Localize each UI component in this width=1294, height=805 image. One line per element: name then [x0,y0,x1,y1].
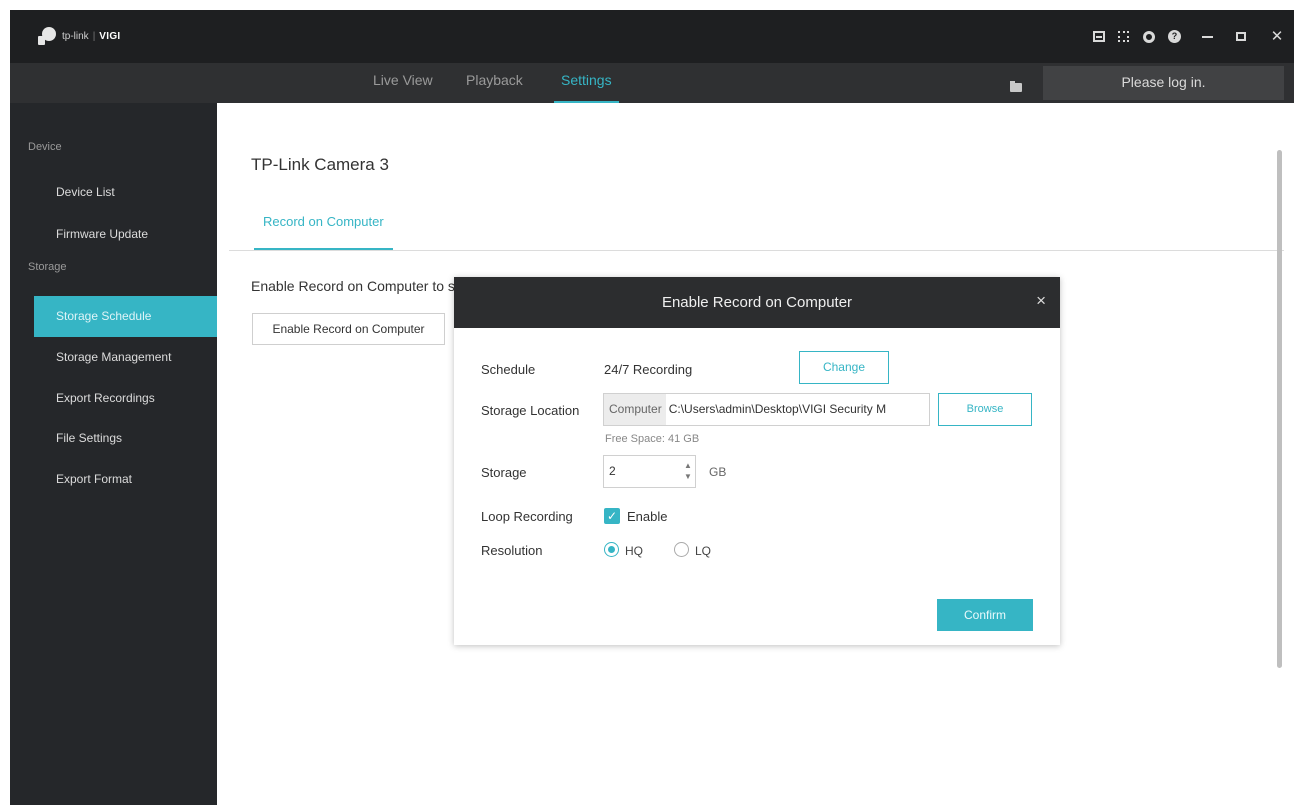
browse-button[interactable]: Browse [938,393,1032,426]
storage-label: Storage [481,465,527,480]
enable-record-button[interactable]: Enable Record on Computer [252,313,445,345]
stepper-arrows-icon[interactable]: ▲ ▼ [684,460,692,482]
sidebar-item-firmware-update[interactable]: Firmware Update [34,214,217,255]
loop-enable-label: Enable [627,509,668,524]
brand-separator: | [92,30,96,42]
tab-divider [229,250,1284,251]
sidebar-section-device: Device [28,141,62,153]
radio-hq[interactable] [604,542,619,557]
window-controls: ? ✕ [1082,29,1284,44]
sidebar-item-file-settings[interactable]: File Settings [34,418,217,459]
app-window: tp-link | VIGI ? ✕ Live View Playback Se… [10,10,1294,805]
tp-link-logo-icon [38,27,60,45]
minimize-icon[interactable] [1202,30,1216,44]
sidebar: Device Device List Firmware Update Stora… [10,103,217,805]
storage-unit: GB [709,465,727,479]
product-name: VIGI [99,30,121,42]
gear-icon[interactable] [1143,30,1157,44]
loop-recording-checkbox[interactable]: ✓ [604,508,620,524]
tab-record-on-computer[interactable]: Record on Computer [254,214,393,250]
scrollbar[interactable] [1277,150,1282,668]
loop-recording-label: Loop Recording [481,509,573,524]
sidebar-item-storage-schedule[interactable]: Storage Schedule [34,296,217,337]
schedule-value: 24/7 Recording [604,362,693,377]
tab-live-view[interactable]: Live View [373,72,433,103]
dialog-title: Enable Record on Computer [661,294,853,311]
storage-location-field[interactable]: Computer C:\Users\admin\Desktop\VIGI Sec… [603,393,930,426]
chip-icon[interactable] [1118,30,1132,44]
sidebar-item-device-list[interactable]: Device List [34,172,217,213]
resolution-label: Resolution [481,543,543,558]
storage-value: 2 [609,464,616,478]
brand-name: tp-link [62,30,89,42]
help-icon[interactable]: ? [1168,30,1182,44]
sidebar-item-export-format[interactable]: Export Format [34,459,217,500]
storage-stepper[interactable]: 2 ▲ ▼ [603,455,696,488]
monitor-icon[interactable] [1093,30,1107,44]
location-path: C:\Users\admin\Desktop\VIGI Security M [668,402,887,416]
radio-hq-label: HQ [625,544,643,558]
title-bar: tp-link | VIGI ? ✕ [10,10,1294,63]
storage-location-label: Storage Location [481,403,580,418]
main-nav: Live View Playback Settings Please log i… [10,63,1294,103]
confirm-button[interactable]: Confirm [937,599,1033,631]
login-button[interactable]: Please log in. [1043,66,1284,100]
dialog-header: Enable Record on Computer × [454,277,1060,328]
page-title: TP-Link Camera 3 [251,155,389,174]
close-icon[interactable]: × [1036,291,1046,311]
app-logo: tp-link | VIGI [38,27,121,45]
free-space-text: Free Space: 41 GB [605,433,700,445]
radio-lq[interactable] [674,542,689,557]
sidebar-item-storage-management[interactable]: Storage Management [34,337,217,378]
sidebar-item-export-recordings[interactable]: Export Recordings [34,378,217,419]
folder-icon[interactable] [1010,81,1022,92]
tab-playback[interactable]: Playback [466,72,523,103]
location-prefix: Computer [604,394,666,425]
maximize-icon[interactable] [1236,30,1250,44]
close-icon[interactable]: ✕ [1270,29,1284,44]
enable-record-dialog: Enable Record on Computer × Schedule 24/… [454,277,1060,645]
radio-lq-label: LQ [695,544,712,558]
schedule-label: Schedule [481,362,536,377]
sidebar-section-storage: Storage [28,261,67,273]
change-button[interactable]: Change [799,351,889,384]
tab-settings[interactable]: Settings [554,72,619,103]
